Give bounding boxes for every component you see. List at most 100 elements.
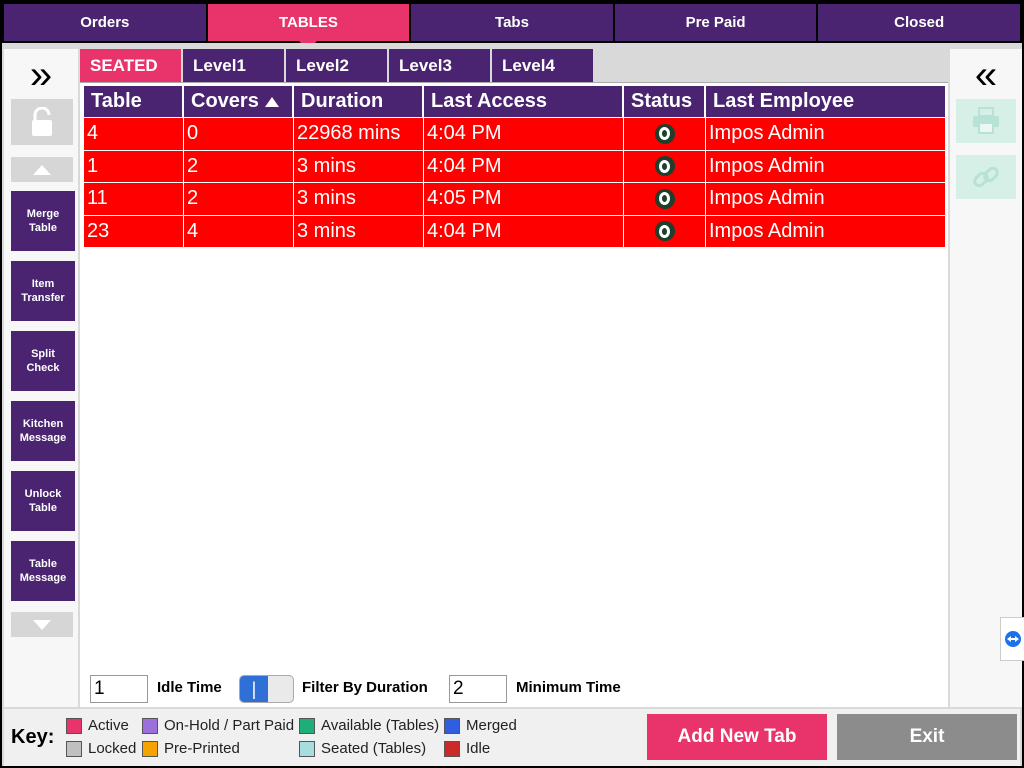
seated-status-icon bbox=[654, 188, 675, 209]
tab-level3[interactable]: Level3 bbox=[389, 49, 490, 82]
scroll-up-button[interactable] bbox=[11, 157, 73, 182]
cell-last-employee: Impos Admin bbox=[709, 187, 825, 210]
legend-swatch bbox=[142, 717, 158, 734]
seated-status-icon bbox=[654, 221, 675, 242]
legend-merged: Merged bbox=[444, 717, 517, 734]
table-header: Table Covers Duration Last Access Status… bbox=[84, 86, 945, 117]
left-panel: » Merge Table Item Transfer Split Check … bbox=[4, 49, 78, 707]
filter-by-duration-label: Filter By Duration bbox=[302, 679, 428, 696]
cell-covers: 2 bbox=[184, 183, 294, 215]
cell-duration: 22968 mins bbox=[294, 118, 424, 150]
legend-label: Merged bbox=[466, 717, 517, 734]
legend-seated: Seated (Tables) bbox=[299, 740, 426, 757]
exit-button[interactable]: Exit bbox=[837, 714, 1017, 760]
table-row[interactable]: 1 2 3 mins 4:04 PM Impos Admin bbox=[84, 149, 945, 182]
cell-covers: 2 bbox=[184, 150, 294, 182]
column-header-duration[interactable]: Duration bbox=[294, 86, 424, 117]
tab-seated[interactable]: SEATED bbox=[80, 49, 181, 82]
idle-time-label: Idle Time bbox=[157, 679, 222, 696]
seated-status-icon bbox=[654, 123, 675, 144]
filter-by-duration-toggle[interactable]: | bbox=[239, 675, 294, 703]
cell-covers: 0 bbox=[184, 118, 294, 150]
column-header-table[interactable]: Table bbox=[84, 86, 184, 117]
merge-table-button[interactable]: Merge Table bbox=[11, 191, 75, 251]
center-panel: SEATED Level1 Level2 Level3 Level4 Table… bbox=[80, 49, 948, 707]
cell-last-access: 4:05 PM bbox=[424, 183, 624, 215]
column-header-covers[interactable]: Covers bbox=[184, 86, 294, 117]
minimum-time-label: Minimum Time bbox=[516, 679, 621, 696]
table-message-button[interactable]: Table Message bbox=[11, 541, 75, 601]
top-tab-bar: Orders TABLES Tabs Pre Paid Closed bbox=[4, 4, 1020, 50]
column-header-status[interactable]: Status bbox=[624, 86, 706, 117]
tab-closed[interactable]: Closed bbox=[818, 4, 1020, 41]
cell-duration: 3 mins bbox=[294, 183, 424, 215]
cell-table: 23 bbox=[84, 215, 184, 247]
item-transfer-button[interactable]: Item Transfer bbox=[11, 261, 75, 321]
add-new-tab-button[interactable]: Add New Tab bbox=[647, 714, 827, 760]
lock-button[interactable] bbox=[11, 99, 73, 145]
legend-active: Active bbox=[66, 717, 129, 734]
table-body: 4 0 22968 mins 4:04 PM Impos Admin 1 2 3… bbox=[84, 117, 945, 247]
table-row[interactable]: 4 0 22968 mins 4:04 PM Impos Admin bbox=[84, 117, 945, 150]
column-header-last-employee[interactable]: Last Employee bbox=[706, 86, 945, 117]
tab-level2[interactable]: Level2 bbox=[286, 49, 387, 82]
minimum-time-input[interactable] bbox=[449, 675, 507, 703]
column-header-last-access[interactable]: Last Access bbox=[424, 86, 624, 117]
idle-time-input[interactable] bbox=[90, 675, 148, 703]
tab-tables[interactable]: TABLES bbox=[207, 4, 410, 50]
legend-idle: Idle bbox=[444, 740, 490, 757]
seated-status-icon bbox=[654, 156, 675, 177]
cell-last-employee: Impos Admin bbox=[709, 122, 825, 145]
sort-ascending-icon bbox=[264, 96, 279, 107]
cell-last-employee: Impos Admin bbox=[709, 154, 825, 177]
legend-swatch bbox=[299, 740, 315, 757]
cell-table: 4 bbox=[84, 118, 184, 150]
remote-support-icon bbox=[1004, 631, 1021, 647]
teamviewer-icon[interactable] bbox=[1000, 617, 1024, 661]
legend-swatch bbox=[444, 717, 460, 734]
legend-label: Active bbox=[88, 717, 129, 734]
print-button[interactable] bbox=[956, 99, 1016, 143]
legend-swatch bbox=[66, 740, 82, 757]
cell-duration: 3 mins bbox=[294, 150, 424, 182]
cell-status bbox=[624, 215, 706, 247]
cell-status bbox=[624, 118, 706, 150]
legend-swatch bbox=[299, 717, 315, 734]
tab-level4[interactable]: Level4 bbox=[492, 49, 593, 82]
filter-bar: Idle Time | Filter By Duration Minimum T… bbox=[90, 675, 690, 703]
cell-status bbox=[624, 183, 706, 215]
cell-covers: 4 bbox=[184, 215, 294, 247]
printer-icon bbox=[973, 107, 999, 134]
collapse-panel-button[interactable]: « bbox=[950, 55, 1022, 95]
tab-orders[interactable]: Orders bbox=[4, 4, 206, 41]
tables-content: Table Covers Duration Last Access Status… bbox=[80, 82, 948, 707]
tab-pre-paid[interactable]: Pre Paid bbox=[614, 4, 817, 41]
scroll-down-button[interactable] bbox=[11, 612, 73, 637]
cell-last-access: 4:04 PM bbox=[424, 215, 624, 247]
tab-tabs[interactable]: Tabs bbox=[411, 4, 613, 41]
split-check-button[interactable]: Split Check bbox=[11, 331, 75, 391]
table-row[interactable]: 11 2 3 mins 4:05 PM Impos Admin bbox=[84, 182, 945, 215]
legend-swatch bbox=[66, 717, 82, 734]
cell-last-access: 4:04 PM bbox=[424, 118, 624, 150]
link-icon bbox=[973, 166, 999, 188]
cell-last-employee: Impos Admin bbox=[709, 219, 825, 242]
legend-label: Idle bbox=[466, 740, 491, 757]
unlock-table-button[interactable]: Unlock Table bbox=[11, 471, 75, 531]
level-tab-bar: SEATED Level1 Level2 Level3 Level4 bbox=[80, 49, 593, 82]
table-row[interactable]: 23 4 3 mins 4:04 PM Impos Admin bbox=[84, 214, 945, 247]
link-button[interactable] bbox=[956, 155, 1016, 199]
cell-table: 11 bbox=[84, 183, 184, 215]
column-header-label: Covers bbox=[191, 90, 259, 112]
triangle-up-icon bbox=[33, 164, 51, 175]
legend-label: Seated (Tables) bbox=[321, 740, 427, 757]
tab-level1[interactable]: Level1 bbox=[183, 49, 284, 82]
expand-panel-button[interactable]: » bbox=[4, 55, 78, 95]
cell-status bbox=[624, 150, 706, 182]
legend-swatch bbox=[142, 740, 158, 757]
unlock-icon bbox=[32, 107, 52, 136]
kitchen-message-button[interactable]: Kitchen Message bbox=[11, 401, 75, 461]
legend-label: Pre-Printed bbox=[164, 740, 240, 757]
toggle-knob: | bbox=[240, 676, 268, 702]
legend-label: Locked bbox=[88, 740, 137, 757]
